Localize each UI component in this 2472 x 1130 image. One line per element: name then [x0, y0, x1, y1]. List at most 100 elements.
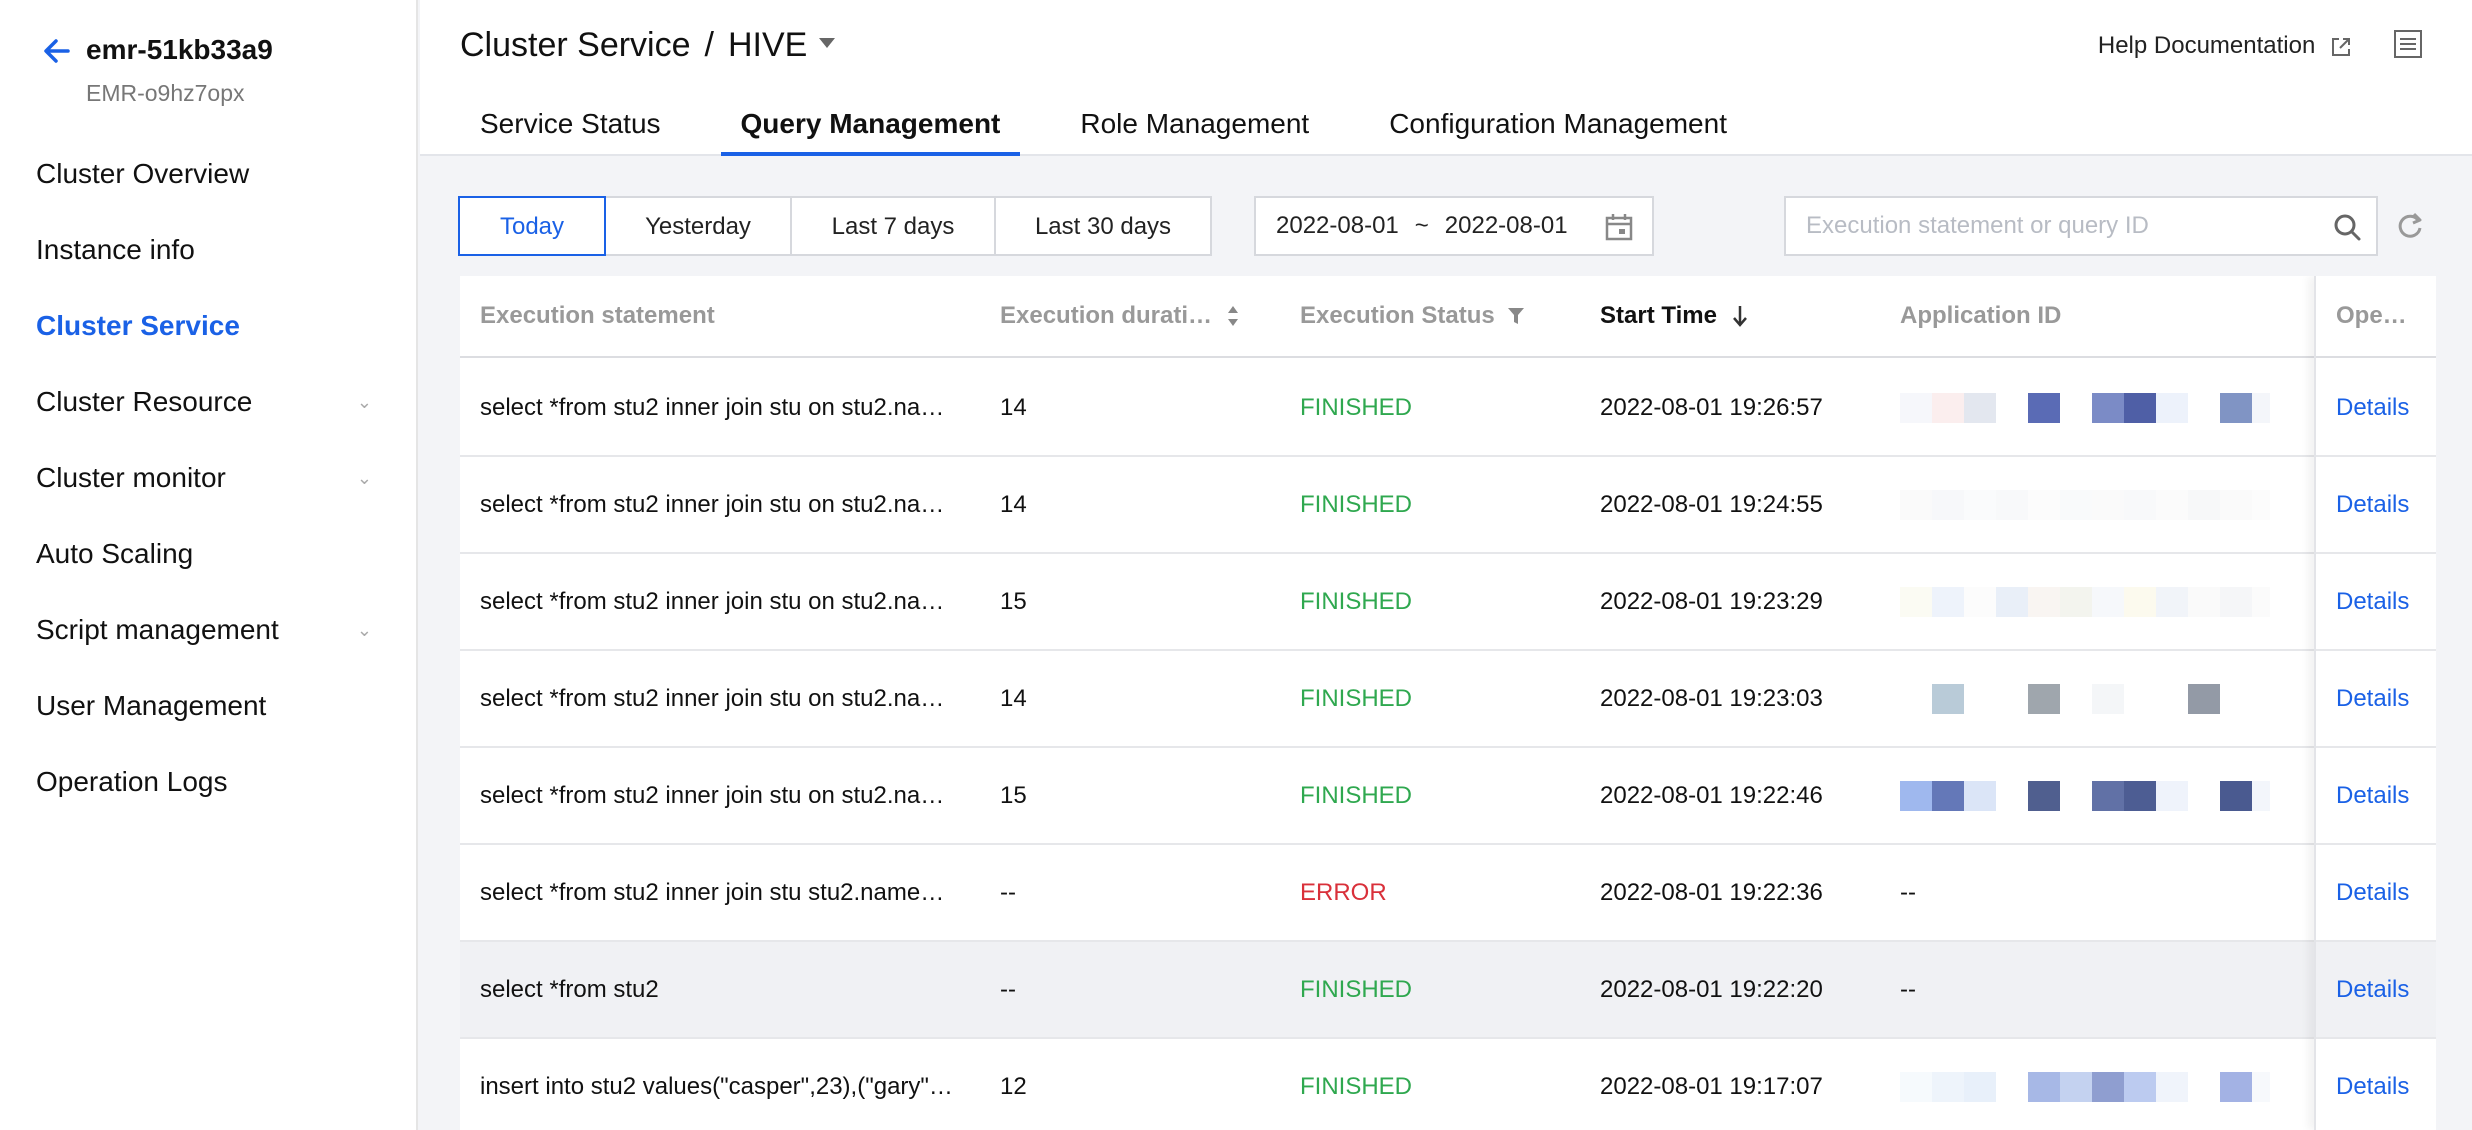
cell-start-time: 2022-08-01 19:26:57	[1600, 393, 1823, 421]
details-link[interactable]: Details	[2336, 845, 2436, 940]
details-link[interactable]: Details	[2336, 360, 2436, 455]
table-row[interactable]: select *from stu2 inner join stu on stu2…	[460, 457, 2436, 554]
status-badge: ERROR	[1300, 878, 1387, 906]
date-from: 2022-08-01	[1276, 212, 1399, 239]
redacted-application-id	[1900, 683, 2270, 714]
ops-row: Details	[2316, 1039, 2436, 1130]
sort-icon[interactable]	[1226, 305, 1240, 327]
details-link[interactable]: Details	[2336, 1039, 2436, 1130]
details-link[interactable]: Details	[2336, 457, 2436, 552]
redacted-application-id	[1900, 392, 2270, 423]
status-badge: FINISHED	[1300, 393, 1413, 421]
external-link-icon	[2332, 37, 2350, 56]
tab-bar: Service Status Query Management Role Manag…	[460, 108, 1787, 156]
tab-query-management[interactable]: Query Management	[720, 108, 1021, 156]
help-documentation-label: Help Documentation	[2097, 32, 2316, 59]
cell-start-time: 2022-08-01 19:22:20	[1600, 975, 1823, 1003]
ops-row: Details	[2316, 457, 2436, 554]
cell-statement: select *from stu2	[480, 975, 659, 1003]
chevron-down-icon[interactable]: ⌄	[357, 440, 372, 516]
cell-application-id	[1900, 748, 2270, 843]
ops-row: Details	[2316, 651, 2436, 748]
cell-duration: 14	[1000, 490, 1027, 518]
tab-service-status[interactable]: Service Status	[460, 108, 681, 156]
range-button-yesterday[interactable]: Yesterday	[604, 196, 792, 256]
sidebar-item-cluster-resource[interactable]: Cluster Resource ⌄	[0, 364, 416, 440]
calendar-icon[interactable]	[1604, 212, 1634, 242]
sidebar-item-user-management[interactable]: User Management	[0, 668, 416, 744]
chevron-down-icon[interactable]: ⌄	[357, 592, 372, 668]
sidebar-item-label: Instance info	[36, 234, 195, 265]
sidebar-item-label: Cluster Overview	[36, 158, 250, 189]
sidebar-item-instance-info[interactable]: Instance info	[0, 212, 416, 288]
range-button-last-30-days[interactable]: Last 30 days	[994, 196, 1212, 256]
sort-descending-icon[interactable]	[1731, 305, 1749, 327]
chevron-down-icon[interactable]: ⌄	[357, 364, 372, 440]
col-header-status[interactable]: Execution Status	[1300, 276, 1580, 356]
search-icon[interactable]	[2332, 212, 2362, 242]
cell-application-id	[1900, 651, 2270, 746]
cell-duration: 15	[1000, 587, 1027, 615]
sidebar-item-cluster-service[interactable]: Cluster Service	[0, 288, 416, 364]
breadcrumb-parent[interactable]: Cluster Service	[460, 26, 691, 64]
refresh-icon[interactable]	[2394, 210, 2426, 242]
search-input[interactable]	[1786, 198, 2306, 254]
details-link[interactable]: Details	[2336, 554, 2436, 649]
table-row[interactable]: select *from stu2 -- FINISHED 2022-08-01 19…	[460, 942, 2436, 1039]
date-range-selector: Today Yesterday Last 7 days Last 30 days	[458, 196, 1212, 256]
chevron-down-icon[interactable]	[819, 38, 836, 49]
table-row[interactable]: select *from stu2 inner join stu on stu2…	[460, 360, 2436, 457]
back-arrow-icon[interactable]	[40, 34, 74, 68]
table-row[interactable]: insert into stu2 values("casper",23),("g…	[460, 1039, 2436, 1130]
list-view-icon[interactable]	[2392, 28, 2424, 60]
sidebar-item-label: Cluster Resource	[36, 386, 253, 417]
sidebar-item-label: Auto Scaling	[36, 538, 194, 569]
cluster-name: emr-51kb33a9	[86, 34, 273, 65]
status-badge: FINISHED	[1300, 684, 1413, 712]
details-link[interactable]: Details	[2336, 748, 2436, 843]
sidebar-item-label: Cluster Service	[36, 310, 240, 341]
range-button-last-7-days[interactable]: Last 7 days	[790, 196, 996, 256]
table-row[interactable]: select *from stu2 inner join stu on stu2…	[460, 554, 2436, 651]
cell-statement: select *from stu2 inner join stu stu2.na…	[480, 878, 945, 906]
details-link[interactable]: Details	[2336, 651, 2436, 746]
cell-statement: select *from stu2 inner join stu on stu2…	[480, 684, 945, 712]
date-range-picker[interactable]: 2022-08-01 ~2022-08-01	[1254, 196, 1654, 256]
cell-start-time: 2022-08-01 19:22:46	[1600, 781, 1823, 809]
sidebar-item-auto-scaling[interactable]: Auto Scaling	[0, 516, 416, 592]
cell-duration: 12	[1000, 1072, 1027, 1100]
col-header-status-label: Execution Status	[1300, 302, 1495, 329]
details-link[interactable]: Details	[2336, 942, 2436, 1037]
ops-row: Details	[2316, 748, 2436, 845]
status-badge: FINISHED	[1300, 490, 1413, 518]
breadcrumb-current[interactable]: HIVE	[728, 26, 807, 64]
help-documentation-link[interactable]: Help Documentation	[2098, 32, 2352, 60]
sidebar-item-cluster-overview[interactable]: Cluster Overview	[0, 136, 416, 212]
query-table: Execution statement Execution durati… Ex…	[460, 276, 2436, 1130]
breadcrumb: Cluster Service / HIVE	[460, 26, 836, 65]
sidebar-item-operation-logs[interactable]: Operation Logs	[0, 744, 416, 820]
table-row[interactable]: select *from stu2 inner join stu on stu2…	[460, 748, 2436, 845]
table-row[interactable]: select *from stu2 inner join stu on stu2…	[460, 651, 2436, 748]
breadcrumb-separator: /	[704, 26, 714, 64]
tab-role-management[interactable]: Role Management	[1060, 108, 1329, 156]
status-badge: FINISHED	[1300, 587, 1413, 615]
cell-start-time: 2022-08-01 19:22:36	[1600, 878, 1823, 906]
col-header-start-time[interactable]: Start Time	[1600, 276, 1880, 356]
col-header-duration[interactable]: Execution durati…	[1000, 276, 1260, 356]
table-row[interactable]: select *from stu2 inner join stu stu2.na…	[460, 845, 2436, 942]
sidebar-item-label: User Management	[36, 690, 267, 721]
sidebar-nav: Cluster Overview Instance info Cluster Ser…	[0, 136, 416, 820]
range-button-today[interactable]: Today	[458, 196, 606, 256]
cell-start-time: 2022-08-01 19:23:03	[1600, 684, 1823, 712]
tab-configuration-management[interactable]: Configuration Management	[1369, 108, 1747, 156]
ops-row: Details	[2316, 845, 2436, 942]
operations-column: Ope… Details Details Details Details Details…	[2314, 276, 2436, 1130]
cell-application-id	[1900, 1039, 2270, 1130]
cell-statement: select *from stu2 inner join stu on stu2…	[480, 587, 945, 615]
cell-application-id	[1900, 457, 2270, 552]
cell-statement: select *from stu2 inner join stu on stu2…	[480, 781, 945, 809]
sidebar-item-script-management[interactable]: Script management ⌄	[0, 592, 416, 668]
sidebar-item-cluster-monitor[interactable]: Cluster monitor ⌄	[0, 440, 416, 516]
filter-icon[interactable]	[1507, 307, 1525, 325]
